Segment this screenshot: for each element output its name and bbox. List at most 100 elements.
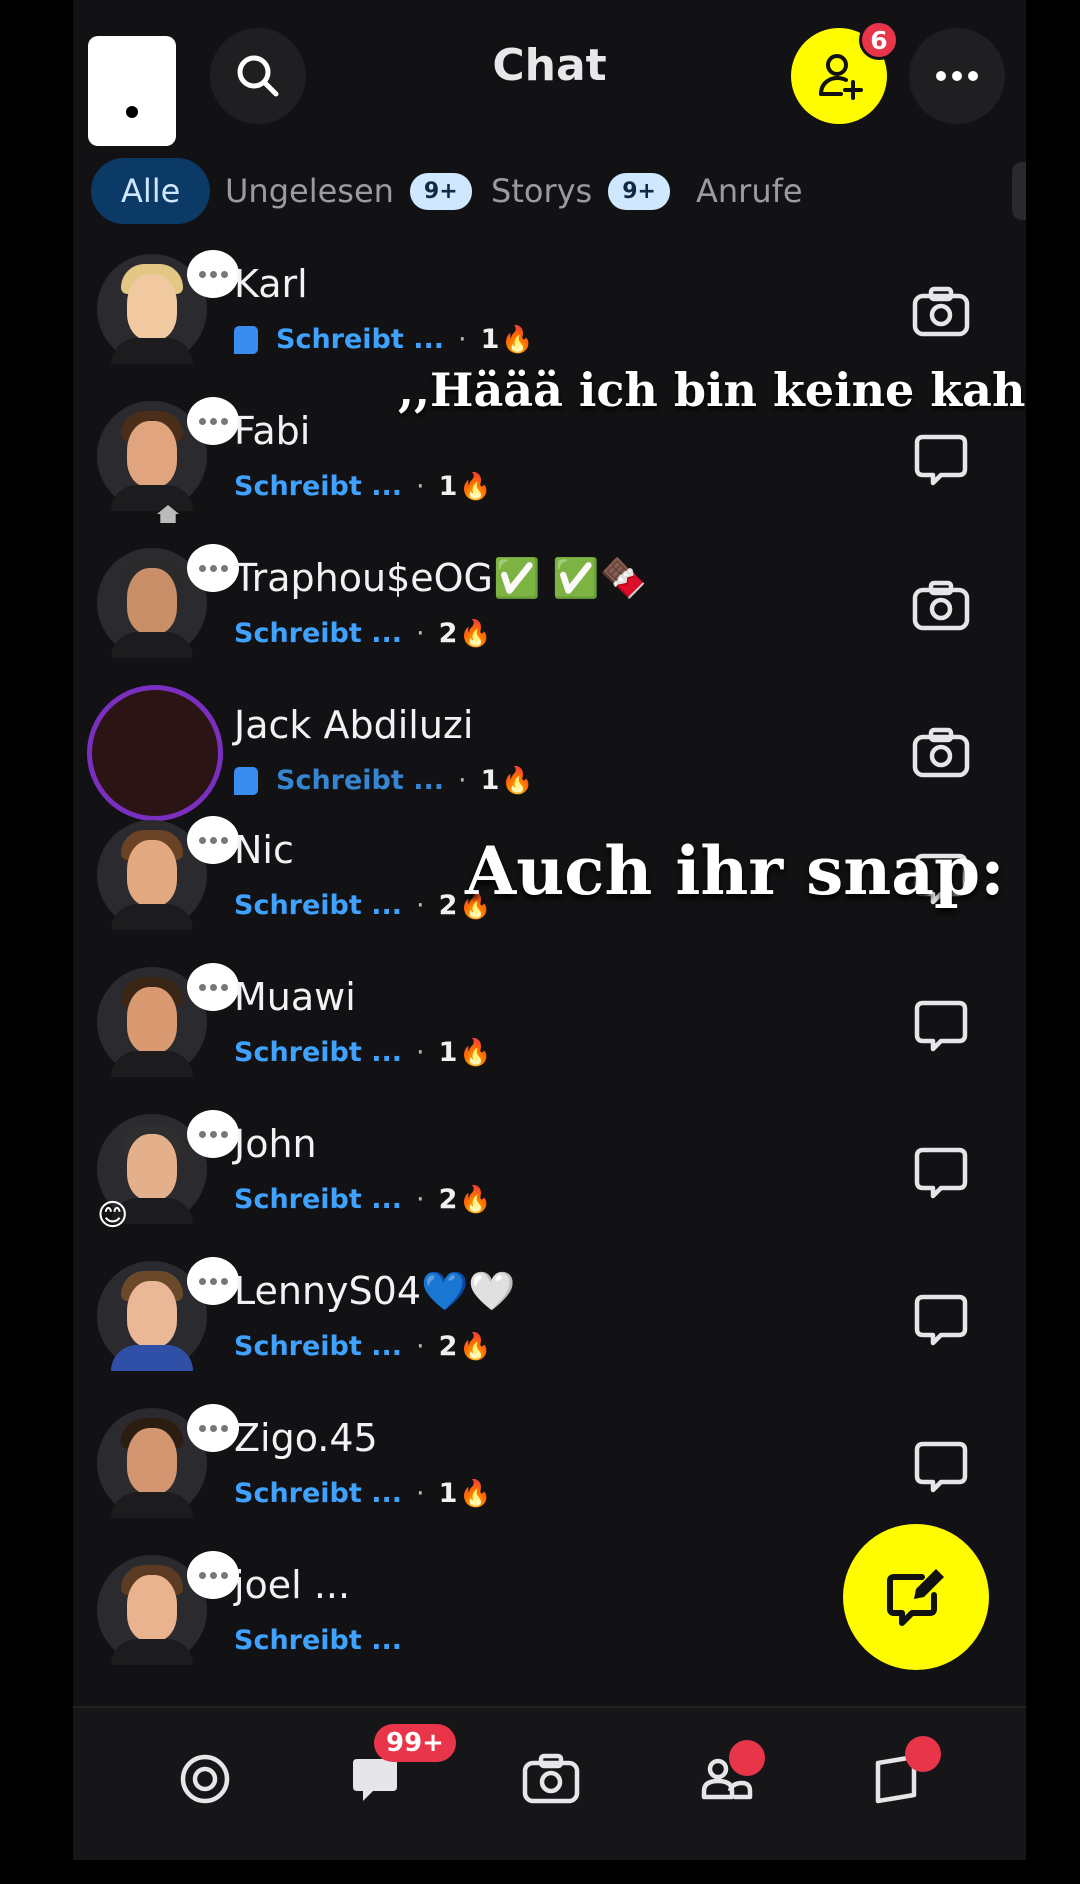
streak-count: 1 — [438, 471, 458, 502]
separator: · — [415, 471, 425, 502]
nav-friends[interactable] — [691, 1740, 765, 1814]
filter-tabs: Alle Ungelesen 9+ Storys 9+ Anrufe — [91, 158, 1026, 224]
more-icon — [936, 71, 978, 81]
separator: · — [415, 618, 425, 649]
chat-name: Traphou$eOG✅ ✅🍫 — [234, 556, 648, 600]
tab-label: Anrufe — [696, 172, 803, 210]
more-button[interactable] — [909, 28, 1005, 124]
chat-name: Jack Abdiluzi — [234, 703, 474, 747]
chat-name: John — [234, 1122, 317, 1166]
typing-bubble-icon — [187, 250, 239, 298]
nav-chat[interactable]: 99+ — [340, 1724, 456, 1814]
chat-screen: Chat 6 Alle Ungelesen 9+ Storys 9+ Anruf… — [73, 0, 1026, 1860]
streak-count: 2 — [438, 618, 458, 649]
story-ring-avatar[interactable] — [87, 685, 223, 821]
chat-name: Zigo.45 — [234, 1416, 378, 1460]
tab-ungelesen[interactable]: Ungelesen 9+ — [225, 158, 472, 224]
avatar — [97, 816, 239, 930]
chat-icon[interactable] — [911, 1144, 971, 1200]
typing-status: Schreibt ... — [234, 1184, 402, 1215]
chat-icon[interactable] — [911, 997, 971, 1053]
typing-status: Schreibt ... — [234, 1625, 402, 1656]
fire-icon: 🔥 — [459, 1478, 492, 1509]
chat-name: Nic — [234, 828, 294, 872]
typing-status: Schreibt ... — [276, 324, 444, 355]
overlay-caption-top: ,,Häää ich bin keine kahh" — [398, 363, 1026, 417]
chat-status: Schreibt ... · 1 🔥 — [234, 324, 534, 355]
smiley-icon: 😊 — [97, 1198, 129, 1233]
fire-icon: 🔥 — [459, 1331, 492, 1362]
header: Chat 6 — [73, 0, 1026, 150]
stories-notification-dot — [905, 1736, 941, 1772]
fire-icon: 🔥 — [501, 324, 534, 355]
nav-map[interactable] — [170, 1744, 240, 1814]
next-tab-edge — [1012, 162, 1026, 220]
avatar: 😊 — [97, 1110, 239, 1233]
separator: · — [415, 1184, 425, 1215]
chat-row-zigo45[interactable]: Zigo.45 Schreibt ... · 1 🔥 — [73, 1394, 1026, 1540]
typing-bubble-icon — [187, 397, 239, 445]
avatar — [97, 963, 239, 1077]
nav-stories[interactable] — [863, 1736, 941, 1814]
avatar — [97, 250, 239, 364]
separator: · — [415, 1037, 425, 1068]
new-chat-button[interactable] — [843, 1524, 989, 1670]
chat-icon[interactable] — [911, 1438, 971, 1494]
bottom-nav: 99+ — [73, 1706, 1026, 1860]
streak-count: 1 — [438, 1478, 458, 1509]
compose-icon — [887, 1569, 944, 1626]
chat-status: Schreibt ... · 2 🔥 — [234, 890, 492, 921]
tab-label: Alle — [121, 172, 181, 210]
avatar — [97, 1257, 239, 1371]
tab-anrufe[interactable]: Anrufe — [696, 158, 803, 224]
streak-count: 1 — [480, 765, 500, 796]
chat-name: Fabi — [234, 409, 311, 453]
chat-status: Schreibt ... — [234, 1625, 402, 1656]
chat-status: Schreibt ... · 2 🔥 — [234, 1331, 492, 1362]
chat-status: Schreibt ... · 2 🔥 — [234, 618, 492, 649]
camera-icon[interactable] — [911, 578, 971, 634]
chat-row-muawi[interactable]: Muawi Schreibt ... · 1 🔥 — [73, 953, 1026, 1099]
avatar — [97, 1404, 239, 1518]
streak-count: 2 — [438, 1331, 458, 1362]
tab-storys[interactable]: Storys 9+ — [491, 158, 670, 224]
separator: · — [457, 324, 467, 355]
chat-name: Karl — [234, 262, 308, 306]
streak-count: 1 — [438, 1037, 458, 1068]
fire-icon: 🔥 — [501, 765, 534, 796]
separator: · — [415, 1478, 425, 1509]
separator: · — [415, 890, 425, 921]
typing-status: Schreibt ... — [276, 765, 444, 796]
chat-row-lennys04[interactable]: LennyS04💙🤍 Schreibt ... · 2 🔥 — [73, 1247, 1026, 1393]
typing-bubble-icon — [187, 963, 239, 1011]
streak-count: 1 — [480, 324, 500, 355]
chat-status: Schreibt ... · 1 🔥 — [234, 471, 492, 502]
chat-row-traphouseog[interactable]: Traphou$eOG✅ ✅🍫 Schreibt ... · 2 🔥 — [73, 534, 1026, 680]
separator: · — [457, 765, 467, 796]
chat-icon[interactable] — [911, 431, 971, 487]
chat-status: Schreibt ... · 1 🔥 — [234, 1037, 492, 1068]
chat-count-badge: 99+ — [374, 1724, 456, 1762]
fire-icon: 🔥 — [459, 618, 492, 649]
chat-name: joel ... — [234, 1563, 351, 1607]
add-friend-badge: 6 — [859, 20, 899, 60]
camera-icon[interactable] — [911, 284, 971, 340]
camera-icon[interactable] — [911, 725, 971, 781]
nav-camera[interactable] — [516, 1744, 586, 1814]
tab-label: Ungelesen — [225, 172, 394, 210]
streak-count: 2 — [438, 890, 458, 921]
chat-status: Schreibt ... · 1 🔥 — [234, 765, 534, 796]
chat-status: Schreibt ... · 1 🔥 — [234, 1478, 492, 1509]
streak-count: 2 — [438, 1184, 458, 1215]
chat-icon[interactable] — [911, 1291, 971, 1347]
fire-icon: 🔥 — [459, 1184, 492, 1215]
chat-row-john[interactable]: 😊 John Schreibt ... · 2 🔥 — [73, 1100, 1026, 1246]
fire-icon: 🔥 — [459, 471, 492, 502]
separator: · — [415, 1331, 425, 1362]
add-friend-icon — [819, 54, 863, 100]
avatar — [97, 397, 239, 523]
tab-alle[interactable]: Alle — [91, 158, 211, 224]
chat-name: LennyS04💙🤍 — [234, 1269, 516, 1313]
tab-count-badge: 9+ — [409, 172, 472, 210]
message-chip-icon — [234, 766, 258, 795]
